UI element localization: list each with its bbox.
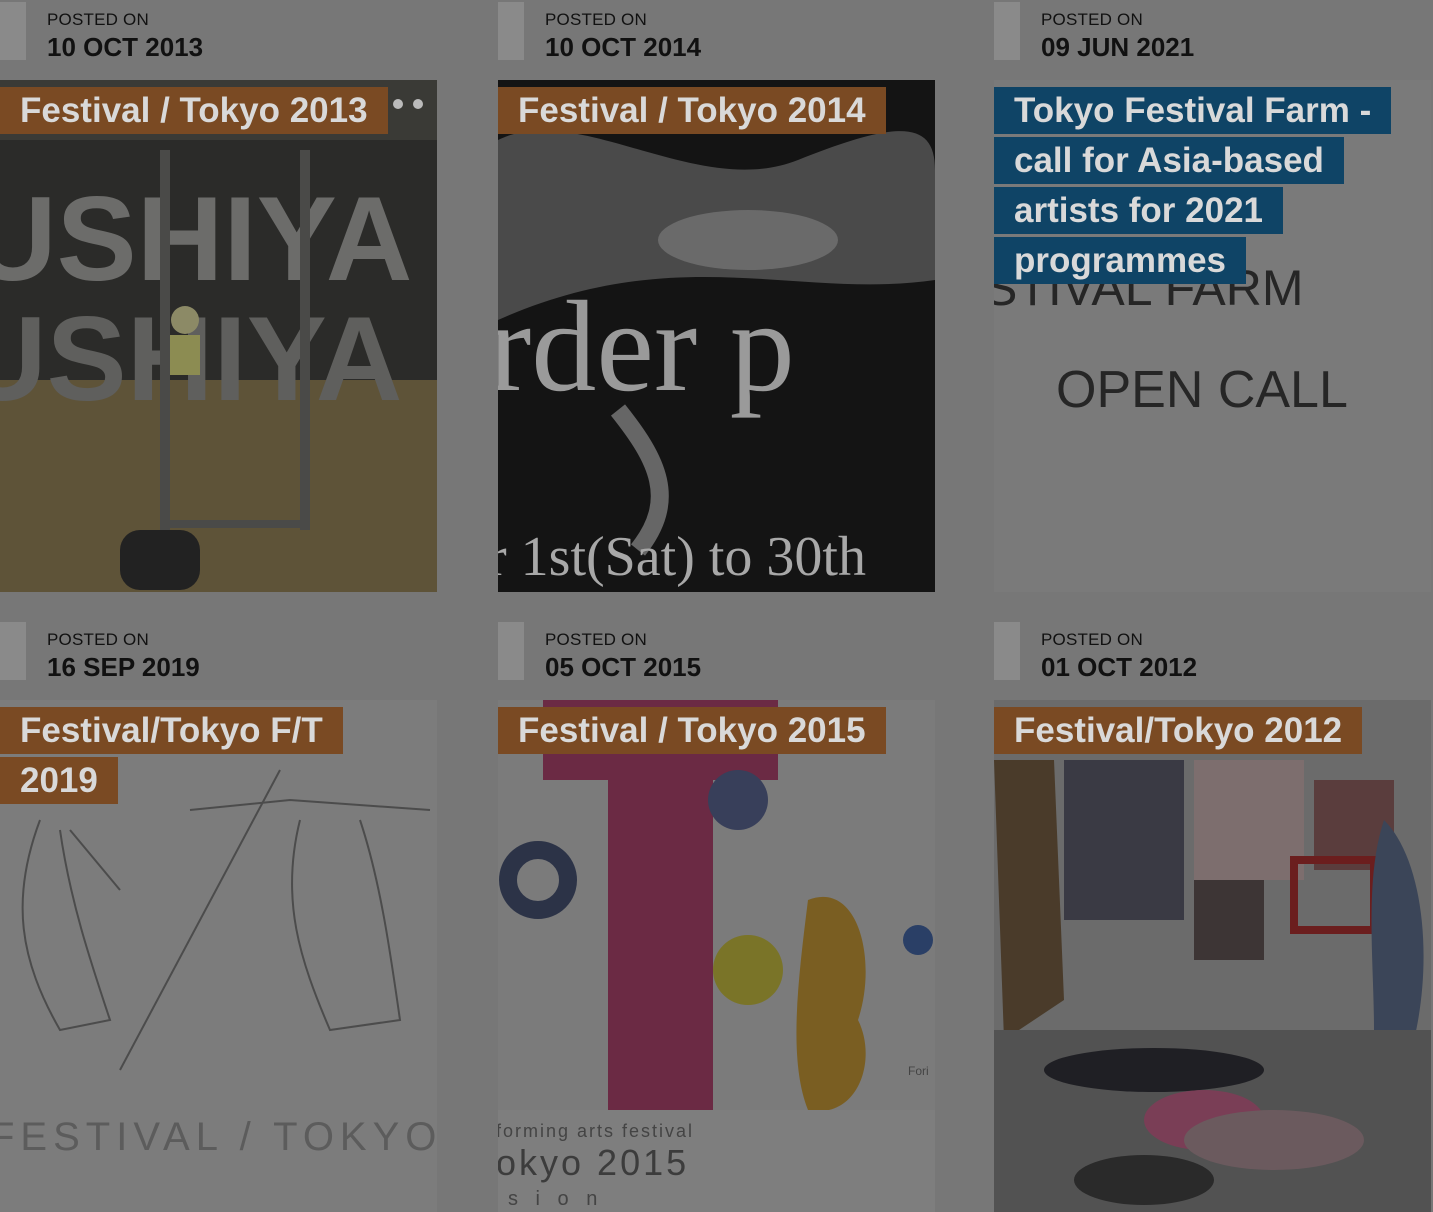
- post-title[interactable]: Festival/Tokyo F/T 2019: [0, 706, 343, 806]
- post-meta: POSTED ON 10 OCT 2013: [0, 0, 438, 62]
- stage-backdrop-text: USHIYA: [0, 172, 412, 306]
- post-card[interactable]: POSTED ON 10 OCT 2014 rder p r 1st(Sat) …: [498, 0, 936, 592]
- poster-date-text: r 1st(Sat) to 30th: [498, 526, 866, 588]
- post-card[interactable]: POSTED ON 01 OCT 2012 Festival/Tokyo 201…: [994, 620, 1432, 1212]
- post-date: 01 OCT 2012: [1041, 652, 1198, 682]
- post-title[interactable]: Festival / Tokyo 2014: [498, 86, 886, 136]
- post-title[interactable]: Tokyo Festival Farm - call for Asia-base…: [994, 86, 1392, 286]
- post-title-text[interactable]: Festival / Tokyo 2015: [498, 707, 886, 754]
- post-title[interactable]: Festival / Tokyo 2015: [498, 706, 886, 756]
- post-meta: POSTED ON 09 JUN 2021: [994, 0, 1432, 62]
- post-card[interactable]: POSTED ON 10 OCT 2013 USHIYA USHIYA Fest…: [0, 0, 438, 592]
- post-date: 09 JUN 2021: [1041, 32, 1195, 62]
- poster-title: okyo 2015: [498, 1142, 689, 1183]
- meta-accent-bar: [498, 2, 524, 60]
- post-card[interactable]: POSTED ON 16 SEP 2019 FESTIVAL / TOKYO F…: [0, 620, 438, 1212]
- poster-subtitle: forming arts festival: [498, 1121, 694, 1141]
- open-call-subheading: OPEN CALL: [1056, 361, 1348, 419]
- posted-on-label: POSTED ON: [47, 630, 149, 649]
- posted-on-label: POSTED ON: [545, 630, 647, 649]
- stage-backdrop-text-2: USHIYA: [0, 292, 402, 426]
- post-title[interactable]: Festival / Tokyo 2013: [0, 86, 388, 136]
- post-date: 16 SEP 2019: [47, 652, 200, 682]
- post-meta: POSTED ON 01 OCT 2012: [994, 620, 1432, 682]
- posted-on-label: POSTED ON: [1041, 10, 1143, 29]
- post-thumbnail[interactable]: [994, 700, 1431, 1212]
- post-title-text[interactable]: Festival / Tokyo 2013: [0, 87, 388, 134]
- post-thumbnail[interactable]: USHIYA USHIYA: [0, 80, 437, 592]
- logo-text: FESTIVAL / TOKYO: [0, 1115, 437, 1159]
- post-card[interactable]: POSTED ON 05 OCT 2015 forming arts festi…: [498, 620, 936, 1212]
- meta-accent-bar: [994, 622, 1020, 680]
- meta-accent-bar: [994, 2, 1020, 60]
- meta-accent-bar: [498, 622, 524, 680]
- poster-caption: s i o n: [508, 1188, 603, 1210]
- post-meta: POSTED ON 16 SEP 2019: [0, 620, 438, 682]
- meta-accent-bar: [0, 622, 26, 680]
- posted-on-label: POSTED ON: [545, 10, 647, 29]
- post-date: 05 OCT 2015: [545, 652, 702, 682]
- post-thumbnail[interactable]: forming arts festival okyo 2015 s i o n …: [498, 700, 935, 1212]
- meta-accent-bar: [0, 2, 26, 60]
- posted-on-label: POSTED ON: [47, 10, 149, 29]
- post-date: 10 OCT 2013: [47, 32, 204, 62]
- post-title-text[interactable]: Festival / Tokyo 2014: [498, 87, 886, 134]
- post-card[interactable]: POSTED ON 09 JUN 2021 STIVAL FARM OPEN C…: [994, 0, 1432, 592]
- poster-small-text: Fori: [908, 1064, 929, 1078]
- post-title-text[interactable]: Festival/Tokyo F/T 2019: [0, 707, 343, 804]
- post-date: 10 OCT 2014: [545, 32, 702, 62]
- post-thumbnail[interactable]: rder p r 1st(Sat) to 30th: [498, 80, 935, 592]
- post-meta: POSTED ON 10 OCT 2014: [498, 0, 936, 62]
- poster-text: rder p: [498, 275, 795, 419]
- post-title[interactable]: Festival/Tokyo 2012: [994, 706, 1363, 756]
- post-title-text[interactable]: Tokyo Festival Farm - call for Asia-base…: [994, 87, 1392, 284]
- post-title-text[interactable]: Festival/Tokyo 2012: [994, 707, 1363, 754]
- post-meta: POSTED ON 05 OCT 2015: [498, 620, 936, 682]
- posted-on-label: POSTED ON: [1041, 630, 1143, 649]
